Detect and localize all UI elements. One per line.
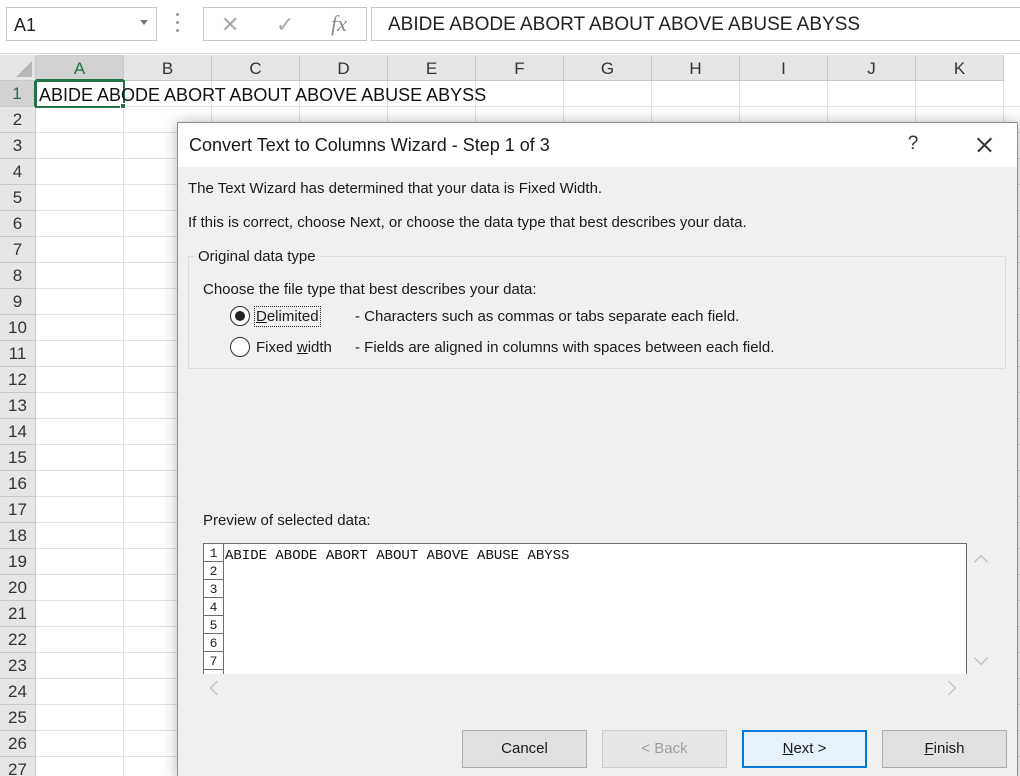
preview-row-numbers: 1234567: [204, 544, 224, 674]
column-header-g[interactable]: G: [564, 55, 652, 81]
close-icon[interactable]: [966, 129, 1000, 161]
row-header-11[interactable]: 11: [0, 341, 36, 367]
row-header-7[interactable]: 7: [0, 237, 36, 263]
row-header-24[interactable]: 24: [0, 679, 36, 705]
formula-value: ABIDE ABODE ABORT ABOUT ABOVE ABUSE ABYS…: [388, 14, 861, 35]
row-header-26[interactable]: 26: [0, 731, 36, 757]
delimited-radio[interactable]: [230, 306, 250, 326]
name-box-value: A1: [14, 15, 37, 35]
row-header-27[interactable]: 27: [0, 757, 36, 776]
column-header-c[interactable]: C: [212, 55, 300, 81]
preview-row-number: 2: [204, 562, 223, 580]
preview-row-number: 4: [204, 598, 223, 616]
preview-label: Preview of selected data:: [203, 512, 371, 529]
row-header-19[interactable]: 19: [0, 549, 36, 575]
select-all-button[interactable]: [0, 55, 36, 81]
choose-label: Choose the file type that best describes…: [203, 281, 537, 298]
column-header-e[interactable]: E: [388, 55, 476, 81]
row-header-1[interactable]: 1: [0, 81, 36, 107]
fixed-width-description: - Fields are aligned in columns with spa…: [355, 339, 775, 356]
enter-icon[interactable]: ✓: [276, 12, 294, 38]
name-box[interactable]: A1: [6, 7, 157, 41]
column-header-j[interactable]: J: [828, 55, 916, 81]
row-header-20[interactable]: 20: [0, 575, 36, 601]
wizard-message-1: The Text Wizard has determined that your…: [188, 180, 603, 197]
chevron-down-icon[interactable]: [973, 650, 989, 666]
dialog-title: Convert Text to Columns Wizard - Step 1 …: [189, 135, 550, 155]
cancel-button[interactable]: Cancel: [462, 730, 587, 768]
next-button[interactable]: Next >: [742, 730, 867, 768]
preview-vertical-scrollbar[interactable]: [967, 543, 993, 674]
preview-box[interactable]: 1234567 ABIDE ABODE ABORT ABOUT ABOVE AB…: [203, 543, 967, 674]
row-header-14[interactable]: 14: [0, 419, 36, 445]
fixed-width-radio[interactable]: [230, 337, 250, 357]
group-title: Original data type: [194, 248, 320, 265]
chevron-down-icon[interactable]: [140, 20, 148, 25]
row-header-3[interactable]: 3: [0, 133, 36, 159]
dialog-titlebar[interactable]: Convert Text to Columns Wizard - Step 1 …: [178, 123, 1017, 167]
row-header-5[interactable]: 5: [0, 185, 36, 211]
select-all-triangle-icon: [16, 61, 32, 77]
row-header-25[interactable]: 25: [0, 705, 36, 731]
delimited-description: - Characters such as commas or tabs sepa…: [355, 308, 740, 325]
column-header-k[interactable]: K: [916, 55, 1004, 81]
preview-row-number: 6: [204, 634, 223, 652]
column-header-a[interactable]: A: [36, 55, 124, 81]
row-header-12[interactable]: 12: [0, 367, 36, 393]
row-header-17[interactable]: 17: [0, 497, 36, 523]
row-header-18[interactable]: 18: [0, 523, 36, 549]
row-header-16[interactable]: 16: [0, 471, 36, 497]
chevron-left-icon[interactable]: [209, 680, 225, 696]
fixed-width-label[interactable]: Fixed width: [256, 339, 332, 356]
chevron-right-icon[interactable]: [941, 680, 957, 696]
column-header-i[interactable]: I: [740, 55, 828, 81]
row-header-23[interactable]: 23: [0, 653, 36, 679]
row-header-2[interactable]: 2: [0, 107, 36, 133]
formula-bar-row: A1 ✕ ✓ fx ABIDE ABODE ABORT ABOUT ABOVE …: [0, 0, 1020, 54]
back-button[interactable]: < Back: [602, 730, 727, 768]
finish-button[interactable]: Finish: [882, 730, 1007, 768]
text-to-columns-dialog: Convert Text to Columns Wizard - Step 1 …: [177, 122, 1018, 776]
preview-row-number: 1: [204, 544, 223, 562]
row-header-10[interactable]: 10: [0, 315, 36, 341]
insert-function-icon[interactable]: fx: [331, 11, 347, 37]
row-header-8[interactable]: 8: [0, 263, 36, 289]
row-header-9[interactable]: 9: [0, 289, 36, 315]
preview-line: ABIDE ABODE ABORT ABOUT ABOVE ABUSE ABYS…: [225, 548, 570, 564]
cancel-icon[interactable]: ✕: [221, 12, 239, 38]
preview-row-number: 7: [204, 652, 223, 670]
preview-row-number: 3: [204, 580, 223, 598]
chevron-up-icon[interactable]: [973, 554, 989, 570]
column-header-b[interactable]: B: [124, 55, 212, 81]
row-header-13[interactable]: 13: [0, 393, 36, 419]
help-button[interactable]: ?: [900, 129, 926, 159]
cell-a1-value[interactable]: ABIDE ABODE ABORT ABOUT ABOVE ABUSE ABYS…: [39, 85, 486, 106]
row-header-4[interactable]: 4: [0, 159, 36, 185]
column-header-d[interactable]: D: [300, 55, 388, 81]
radio-selected-dot: [235, 311, 245, 321]
preview-row-number: 5: [204, 616, 223, 634]
wizard-message-2: If this is correct, choose Next, or choo…: [188, 214, 747, 231]
row-header-6[interactable]: 6: [0, 211, 36, 237]
column-header-h[interactable]: H: [652, 55, 740, 81]
formula-icons: ✕ ✓ fx: [203, 7, 367, 41]
row-header-15[interactable]: 15: [0, 445, 36, 471]
row-header-22[interactable]: 22: [0, 627, 36, 653]
delimited-label[interactable]: Delimited: [254, 306, 321, 327]
drag-handle-icon[interactable]: [175, 13, 181, 33]
row-header-21[interactable]: 21: [0, 601, 36, 627]
column-header-f[interactable]: F: [476, 55, 564, 81]
formula-input[interactable]: ABIDE ABODE ABORT ABOUT ABOVE ABUSE ABYS…: [371, 7, 1020, 41]
preview-horizontal-scrollbar[interactable]: [203, 674, 967, 700]
